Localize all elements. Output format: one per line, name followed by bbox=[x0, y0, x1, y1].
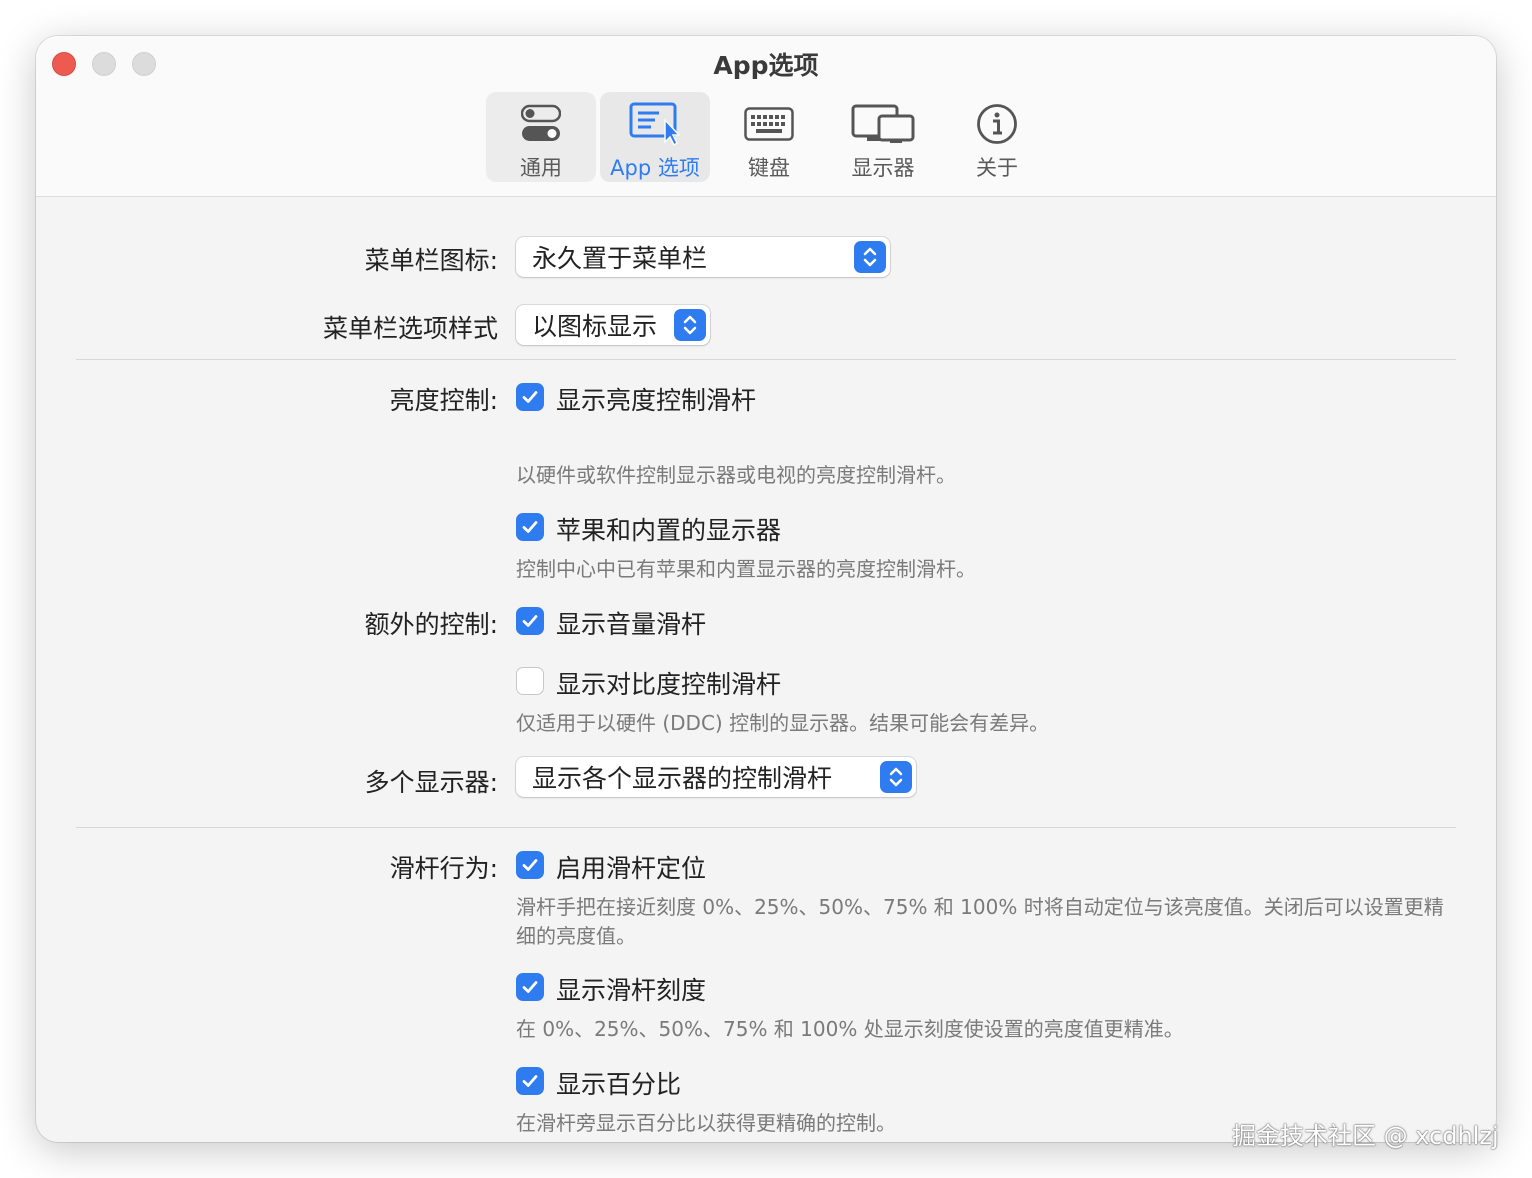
tab-label: App 选项 bbox=[610, 156, 700, 180]
title-bar: App选项 通用 App 选项 键盘 显示器 关于 bbox=[36, 36, 1496, 197]
info-circle-icon bbox=[942, 98, 1052, 150]
displays-icon bbox=[828, 98, 938, 150]
enable-slider-snapping-label[interactable]: 启用滑杆定位 bbox=[556, 849, 706, 885]
show-contrast-slider-checkbox[interactable] bbox=[516, 667, 544, 695]
checkmark-icon bbox=[522, 1075, 538, 1087]
app-window-pointer-icon bbox=[600, 98, 710, 150]
apple-builtin-displays-desc: 控制中心中已有苹果和内置显示器的亮度控制滑杆。 bbox=[516, 557, 976, 581]
show-percentage-label[interactable]: 显示百分比 bbox=[556, 1065, 681, 1101]
apple-builtin-displays-checkbox[interactable] bbox=[516, 513, 544, 541]
tab-keyboard[interactable]: 键盘 bbox=[714, 92, 824, 182]
show-brightness-slider-desc: 以硬件或软件控制显示器或电视的亮度控制滑杆。 bbox=[516, 463, 956, 487]
show-volume-slider-checkbox[interactable] bbox=[516, 607, 544, 635]
keyboard-icon bbox=[714, 98, 824, 150]
toolbar-tabs: 通用 App 选项 键盘 显示器 关于 bbox=[486, 92, 1052, 182]
toggle-switches-icon bbox=[486, 98, 596, 150]
tab-label: 通用 bbox=[520, 156, 562, 180]
chevron-up-down-icon bbox=[854, 241, 886, 273]
chevron-up-down-icon bbox=[674, 309, 706, 341]
checkmark-icon bbox=[522, 391, 538, 403]
multi-display-label: 多个显示器: bbox=[364, 768, 498, 797]
section-divider bbox=[76, 359, 1456, 360]
show-percentage-checkbox[interactable] bbox=[516, 1067, 544, 1095]
show-contrast-slider-label[interactable]: 显示对比度控制滑杆 bbox=[556, 665, 781, 701]
show-slider-ticks-label[interactable]: 显示滑杆刻度 bbox=[556, 971, 706, 1007]
tab-label: 键盘 bbox=[748, 156, 790, 180]
show-brightness-slider-checkbox[interactable] bbox=[516, 383, 544, 411]
tab-label: 显示器 bbox=[851, 156, 915, 180]
popup-value: 显示各个显示器的控制滑杆 bbox=[532, 764, 833, 793]
tab-general[interactable]: 通用 bbox=[486, 92, 596, 182]
multi-display-popup[interactable]: 显示各个显示器的控制滑杆 bbox=[516, 757, 916, 797]
window-title: App选项 bbox=[713, 51, 819, 80]
slider-behavior-label: 滑杆行为: bbox=[389, 854, 498, 883]
apple-builtin-displays-label[interactable]: 苹果和内置的显示器 bbox=[556, 511, 781, 547]
popup-value: 以图标显示 bbox=[532, 312, 658, 341]
watermark: 掘金技术社区 @ xcdhlzj bbox=[1232, 1122, 1499, 1150]
section-divider bbox=[76, 827, 1456, 828]
show-volume-slider-label[interactable]: 显示音量滑杆 bbox=[556, 605, 706, 641]
preferences-window: App选项 通用 App 选项 键盘 显示器 关于 菜单栏图标: 永久置于菜单栏… bbox=[36, 36, 1496, 1142]
show-contrast-slider-desc: 仅适用于以硬件 (DDC) 控制的显示器。结果可能会有差异。 bbox=[516, 711, 1050, 735]
brightness-label: 亮度控制: bbox=[389, 386, 498, 415]
show-slider-ticks-checkbox[interactable] bbox=[516, 973, 544, 1001]
checkmark-icon bbox=[522, 521, 538, 533]
show-slider-ticks-desc: 在 0%、25%、50%、75% 和 100% 处显示刻度使设置的亮度值更精准。 bbox=[516, 1017, 1184, 1041]
chevron-up-down-icon bbox=[880, 761, 912, 793]
checkmark-icon bbox=[522, 615, 538, 627]
enable-slider-snapping-checkbox[interactable] bbox=[516, 851, 544, 879]
show-brightness-slider-label[interactable]: 显示亮度控制滑杆 bbox=[556, 381, 756, 417]
popup-value: 永久置于菜单栏 bbox=[532, 244, 708, 273]
extra-controls-label: 额外的控制: bbox=[364, 610, 498, 639]
menubar-icon-label: 菜单栏图标: bbox=[364, 246, 498, 275]
menubar-icon-popup[interactable]: 永久置于菜单栏 bbox=[516, 237, 890, 277]
menubar-style-popup[interactable]: 以图标显示 bbox=[516, 305, 710, 345]
tab-displays[interactable]: 显示器 bbox=[828, 92, 938, 182]
checkmark-icon bbox=[522, 859, 538, 871]
enable-slider-snapping-desc: 滑杆手把在接近刻度 0%、25%、50%、75% 和 100% 时将自动定位与该… bbox=[516, 895, 1444, 948]
checkmark-icon bbox=[522, 981, 538, 993]
menubar-style-label: 菜单栏选项样式 bbox=[322, 314, 498, 343]
tab-about[interactable]: 关于 bbox=[942, 92, 1052, 182]
tab-app-options[interactable]: App 选项 bbox=[600, 92, 710, 182]
tab-label: 关于 bbox=[976, 156, 1018, 180]
